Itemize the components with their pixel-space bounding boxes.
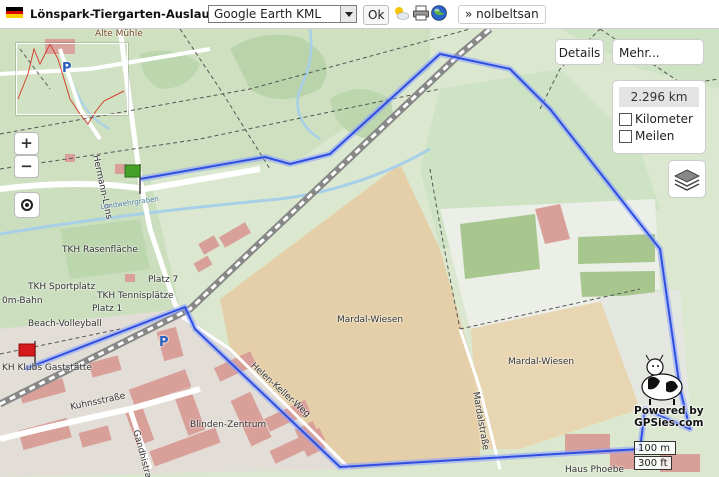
label-mardal-wiesen: Mardal-Wiesen <box>508 357 575 367</box>
label-beach-volleyball: Beach-Volleyball <box>28 319 102 329</box>
more-dropdown[interactable]: Mehr... <box>612 39 704 65</box>
meilen-label: Meilen <box>635 129 675 143</box>
toolbar: Lönspark-Tiergarten-Auslauf... Google Ea… <box>0 0 719 29</box>
zoom-in-button[interactable]: + <box>14 132 39 155</box>
label-platz-7: Platz 7 <box>148 275 179 285</box>
kilometer-checkbox[interactable] <box>619 113 632 126</box>
export-format-select[interactable]: Google Earth KML <box>208 5 357 23</box>
scale-imperial: 300 ft <box>634 456 672 470</box>
kilometer-label: Kilometer <box>635 112 693 126</box>
gpsies-link: GPSies.com <box>634 417 704 429</box>
globe-icon[interactable] <box>430 4 448 22</box>
parking-icon: P <box>62 61 72 76</box>
label-klubs-gaststaette: KH Klubs Gaststätte <box>2 363 92 373</box>
label-platz-1: Platz 1 <box>92 304 123 314</box>
map-view[interactable]: Alte Mühle P Hermann-Löns Landwehrgraben… <box>0 29 719 477</box>
powered-by-line: Powered by <box>634 405 704 417</box>
powered-by-gpsies[interactable]: Powered by GPSies.com <box>634 405 704 429</box>
user-menu-button[interactable]: » nolbeltsan <box>458 5 546 24</box>
locate-icon[interactable] <box>14 192 40 218</box>
label-tkh-rasenflaeche: TKH Rasenfläche <box>62 245 138 255</box>
layers-icon <box>673 169 701 191</box>
parking-icon: P <box>159 335 169 350</box>
label-bahn: 0m-Bahn <box>2 296 43 306</box>
layers-button[interactable] <box>668 160 706 198</box>
distance-panel: 2.296 km Kilometer Meilen <box>612 80 706 154</box>
sports-field <box>460 214 540 279</box>
german-flag-icon[interactable] <box>6 7 23 19</box>
export-format-value: Google Earth KML <box>214 7 322 21</box>
ok-button[interactable]: Ok <box>363 5 390 25</box>
label-mardal-wiesen: Mardal-Wiesen <box>337 315 404 325</box>
print-icon[interactable] <box>412 4 430 22</box>
overview-map[interactable] <box>16 43 128 115</box>
chevron-down-icon[interactable] <box>340 6 356 22</box>
sports-field <box>578 234 655 264</box>
label-haus-phoebe: Haus Phoebe <box>565 465 624 475</box>
weather-icon[interactable] <box>392 4 410 22</box>
zoom-out-button[interactable]: − <box>14 155 39 178</box>
label-tkh-sportplatz: TKH Sportplatz <box>28 282 96 292</box>
distance-value: 2.296 km <box>619 87 699 107</box>
label-blinden-zentrum: Blinden-Zentrum <box>190 420 267 430</box>
sports-field <box>580 271 655 297</box>
details-button[interactable]: Details <box>555 39 604 65</box>
scale-metric: 100 m <box>634 441 676 455</box>
track-title: Lönspark-Tiergarten-Auslauf... <box>30 7 228 21</box>
label-tkh-tennisplaetze: TKH Tennisplätze <box>97 291 174 301</box>
meilen-checkbox[interactable] <box>619 130 632 143</box>
label-alte-muehle: Alte Mühle <box>95 29 143 39</box>
